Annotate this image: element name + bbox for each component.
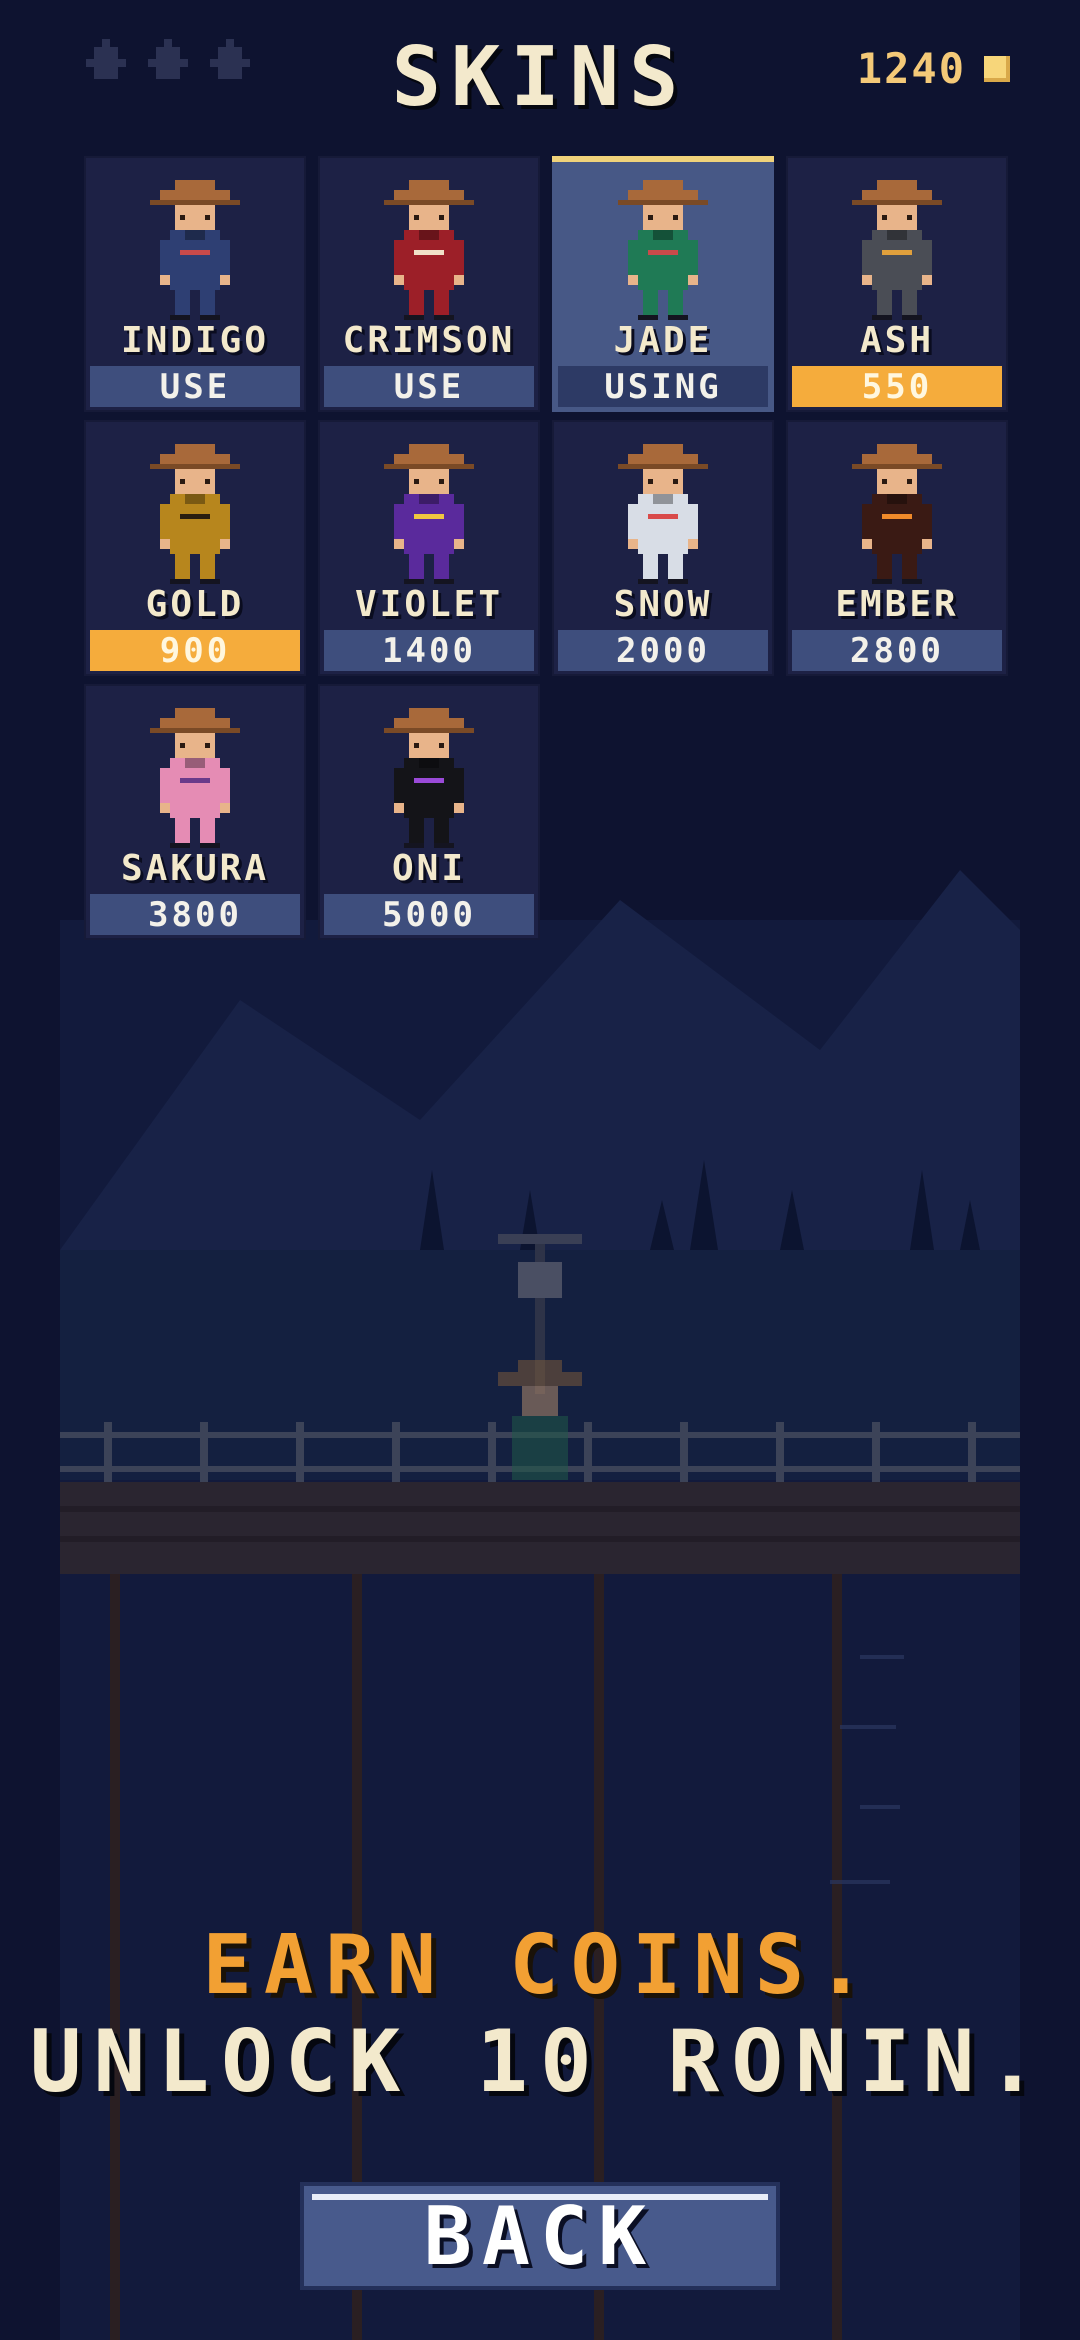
ronin-sprite-icon [150,180,240,320]
skin-card-gold[interactable]: GOLD 900 [84,420,306,676]
price-button[interactable]: 1400 [324,630,534,671]
ronin-sprite-icon [150,708,240,848]
price-button[interactable]: 2000 [558,630,768,671]
ronin-sprite-icon [618,180,708,320]
skin-grid: INDIGO USE CRIMSON USE JADE USING ASH 55… [84,156,1012,940]
back-button-label: BACK [423,2189,657,2283]
buy-button[interactable]: 550 [792,366,1002,407]
skin-card-indigo[interactable]: INDIGO USE [84,156,306,412]
coin-balance: 1240 [857,44,1010,93]
ronin-sprite-icon [384,444,474,584]
skin-name: SAKURA [120,848,270,889]
buy-button[interactable]: 900 [90,630,300,671]
skin-card-violet[interactable]: VIOLET 1400 [318,420,540,676]
back-button[interactable]: BACK [300,2182,780,2290]
skin-name: JADE [613,320,713,361]
using-indicator: USING [558,366,768,407]
price-button[interactable]: 2800 [792,630,1002,671]
skin-name: GOLD [145,584,245,625]
coin-icon [984,55,1010,82]
skin-name: INDIGO [120,320,270,361]
skin-name: ONI [391,848,467,889]
use-button[interactable]: USE [324,366,534,407]
skin-name: VIOLET [354,584,504,625]
ronin-sprite-icon [384,708,474,848]
use-button[interactable]: USE [90,366,300,407]
skin-card-ember[interactable]: EMBER 2800 [786,420,1008,676]
skin-name: CRIMSON [342,320,516,361]
skin-card-jade[interactable]: JADE USING [552,156,774,412]
skin-card-sakura[interactable]: SAKURA 3800 [84,684,306,940]
ronin-sprite-icon [852,180,942,320]
skin-name: SNOW [613,584,713,625]
price-button[interactable]: 3800 [90,894,300,935]
skin-card-crimson[interactable]: CRIMSON USE [318,156,540,412]
ronin-sprite-icon [618,444,708,584]
ronin-sprite-icon [384,180,474,320]
ronin-sprite-icon [852,444,942,584]
coin-count: 1240 [856,44,966,93]
skin-card-oni[interactable]: ONI 5000 [318,684,540,940]
skin-name: EMBER [835,584,959,625]
skin-name: ASH [859,320,935,361]
tagline-unlock-ronin: UNLOCK 10 RONIN. [29,2012,1051,2112]
ronin-sprite-icon [150,444,240,584]
tagline-earn-coins: EARN COINS. [202,1918,878,2013]
price-button[interactable]: 5000 [324,894,534,935]
skin-card-snow[interactable]: SNOW 2000 [552,420,774,676]
skin-card-ash[interactable]: ASH 550 [786,156,1008,412]
